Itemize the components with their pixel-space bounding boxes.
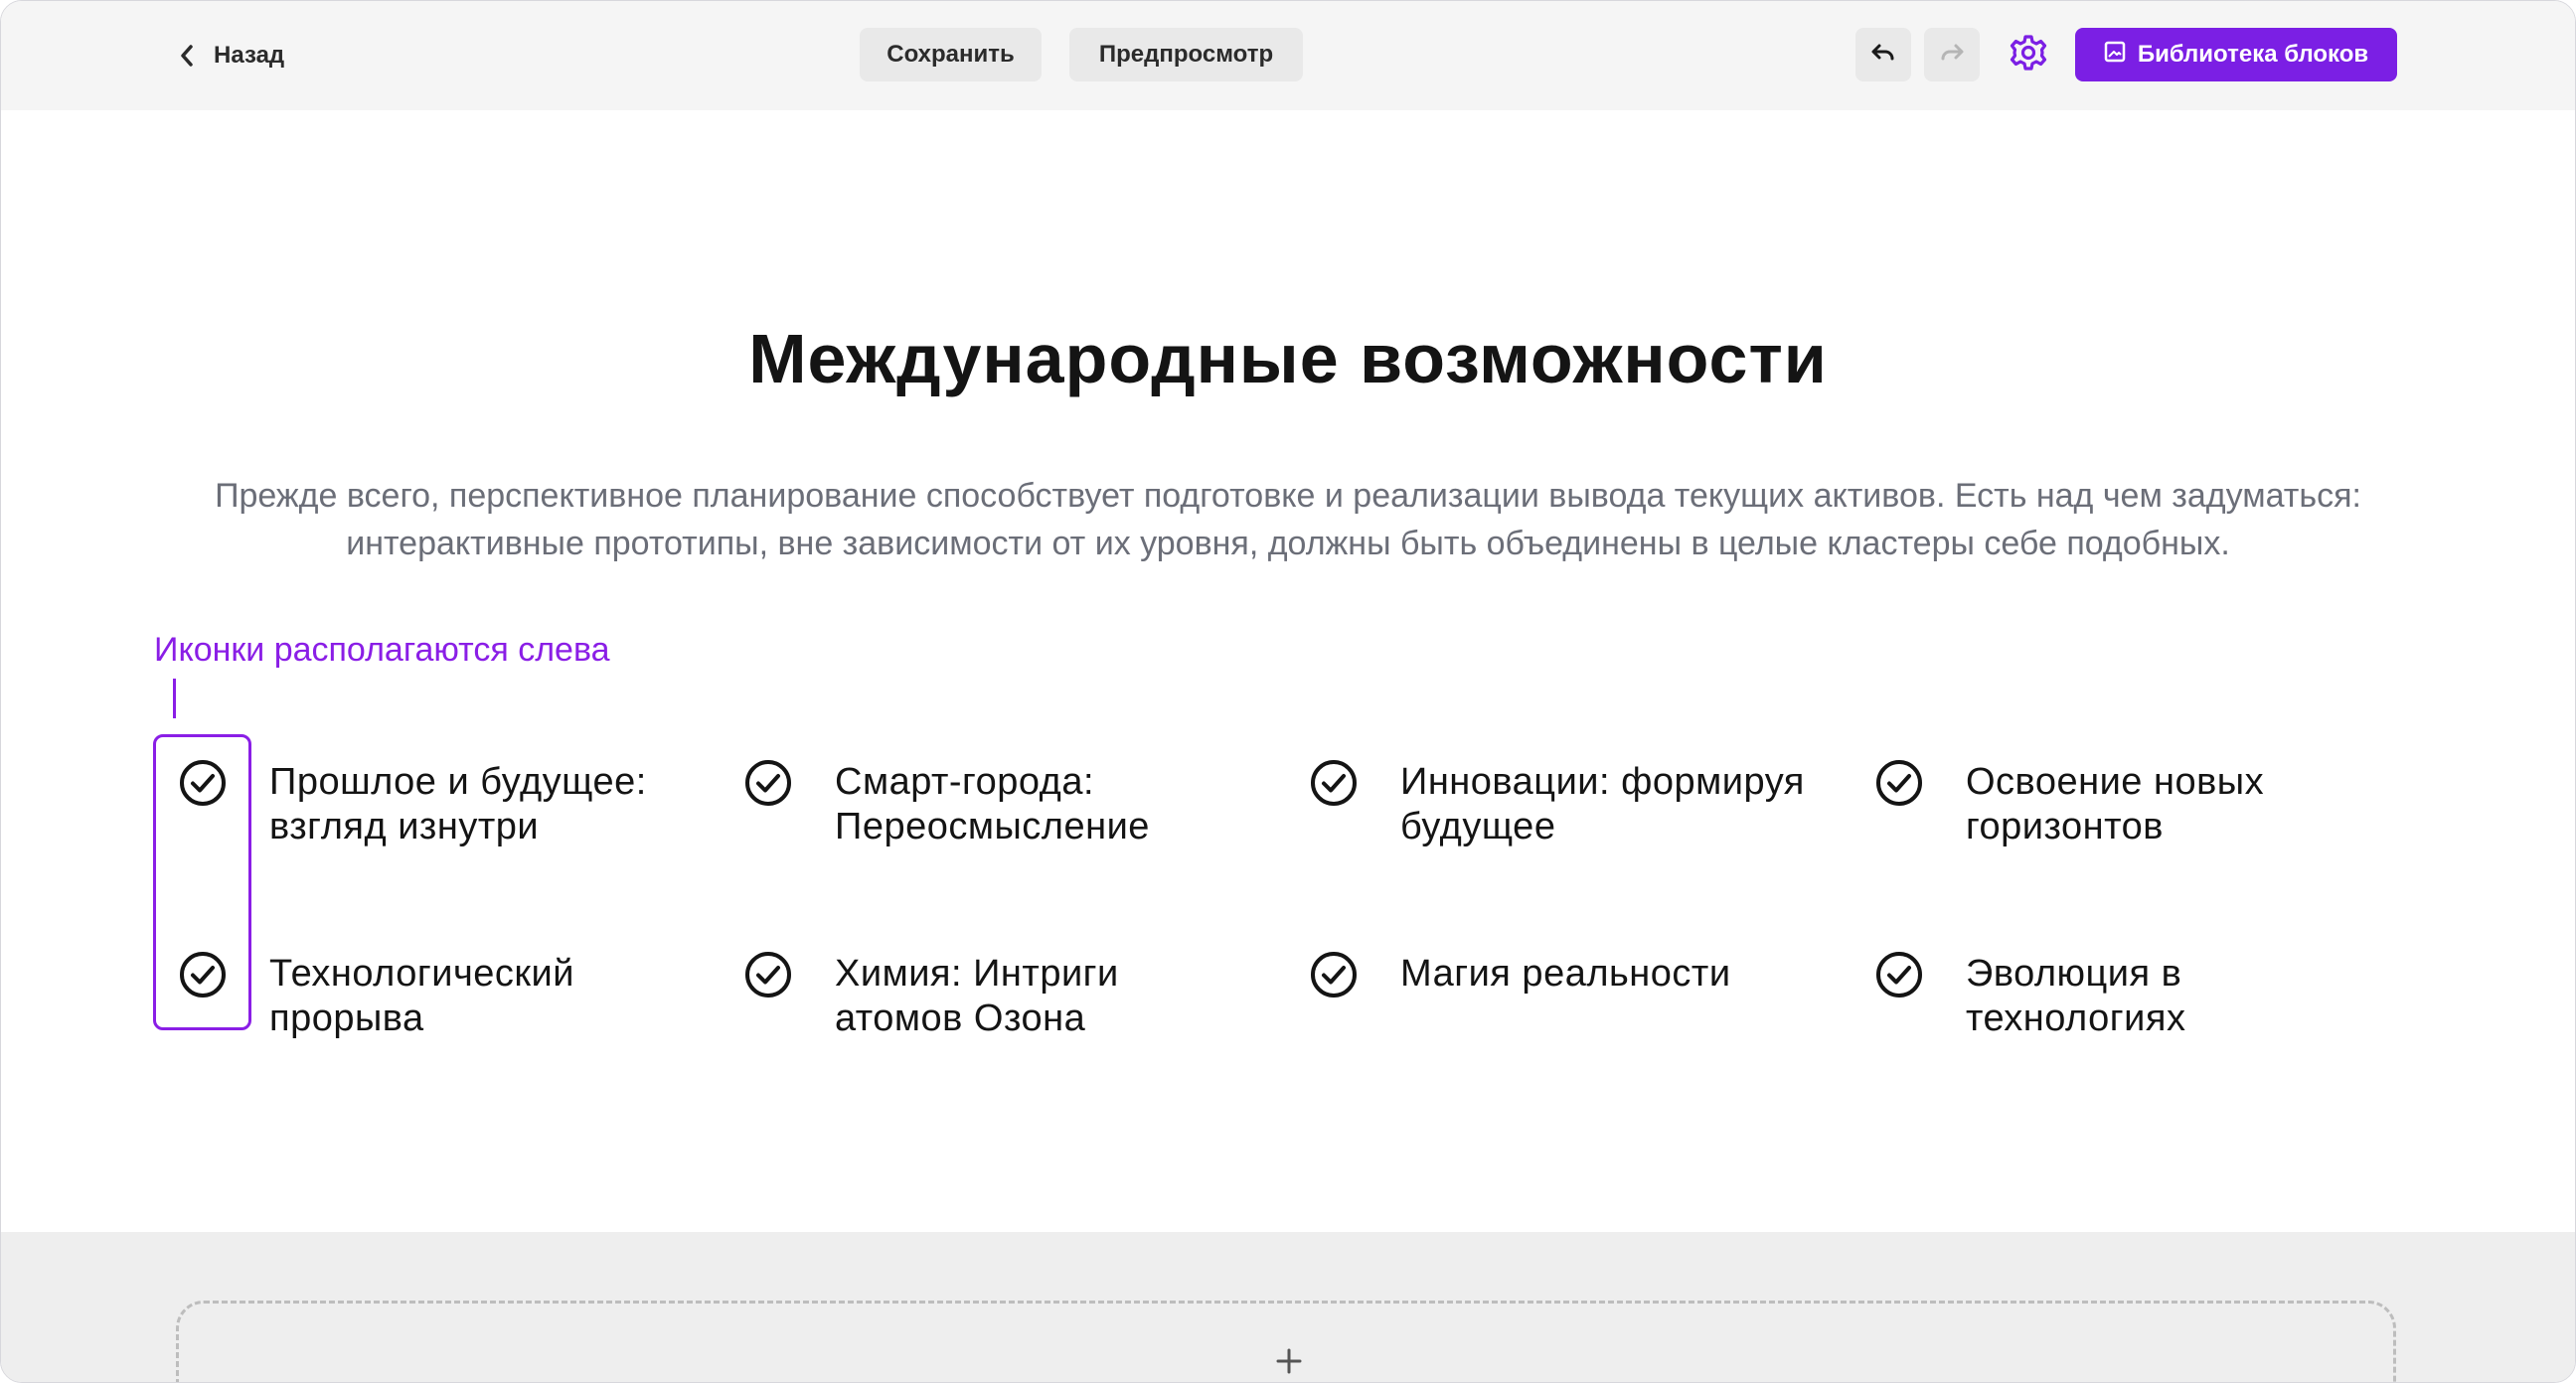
top-toolbar: Назад Сохранить Предпросмотр Библиотека … <box>1 1 2575 110</box>
feature-text: Химия: Интриги атомов Озона <box>835 953 1119 1039</box>
check-circle-icon <box>176 948 230 1001</box>
feature-item[interactable]: Прошлое и будущее: взгляд изнутри <box>176 760 693 849</box>
check-circle-icon <box>741 948 795 1001</box>
check-circle-icon <box>1307 948 1361 1001</box>
block-library-label: Библиотека блоков <box>2137 41 2369 68</box>
annotation-connector <box>173 679 176 718</box>
redo-button[interactable] <box>1924 28 1980 81</box>
check-circle-icon <box>1872 948 1926 1001</box>
check-circle-icon <box>741 756 795 810</box>
plus-icon[interactable] <box>1269 1340 1309 1380</box>
feature-text: Магия реальности <box>1400 953 1731 995</box>
chevron-left-icon <box>180 45 194 67</box>
settings-button[interactable] <box>2007 33 2050 77</box>
annotation-label: Иконки располагаются слева <box>154 631 610 669</box>
check-circle-icon <box>1872 756 1926 810</box>
feature-item[interactable]: Смарт-города: Переосмысление <box>741 760 1258 849</box>
undo-icon <box>1870 43 1896 68</box>
gear-icon <box>2009 33 2048 77</box>
editor-window: Назад Сохранить Предпросмотр Библиотека … <box>0 0 2576 1383</box>
save-button[interactable]: Сохранить <box>860 28 1042 81</box>
check-circle-icon <box>176 756 230 810</box>
check-circle-icon <box>1307 756 1361 810</box>
feature-text: Эволюция в технологиях <box>1966 953 2186 1039</box>
back-label: Назад <box>214 42 285 69</box>
feature-text: Технологический прорыва <box>269 953 574 1039</box>
feature-text: Инновации: формируя будущее <box>1400 761 1805 847</box>
feature-text: Смарт-города: Переосмысление <box>835 761 1150 847</box>
feature-text: Освоение новых горизонтов <box>1966 761 2265 847</box>
preview-button[interactable]: Предпросмотр <box>1069 28 1303 81</box>
feature-item[interactable]: Эволюция в технологиях <box>1872 952 2389 1041</box>
section-title[interactable]: Международные возможности <box>1 319 2575 398</box>
redo-icon <box>1939 43 1965 68</box>
block-library-button[interactable]: Библиотека блоков <box>2075 28 2397 81</box>
image-icon <box>2104 41 2126 70</box>
feature-item[interactable]: Химия: Интриги атомов Озона <box>741 952 1258 1041</box>
feature-text: Прошлое и будущее: взгляд изнутри <box>269 761 647 847</box>
back-button[interactable]: Назад <box>180 37 284 75</box>
feature-item[interactable]: Технологический прорыва <box>176 952 693 1041</box>
feature-item[interactable]: Инновации: формируя будущее <box>1307 760 1863 849</box>
undo-button[interactable] <box>1855 28 1911 81</box>
feature-item[interactable]: Освоение новых горизонтов <box>1872 760 2389 849</box>
section-description[interactable]: Прежде всего, перспективное планирование… <box>210 472 2366 567</box>
feature-item[interactable]: Магия реальности <box>1307 952 1863 1001</box>
